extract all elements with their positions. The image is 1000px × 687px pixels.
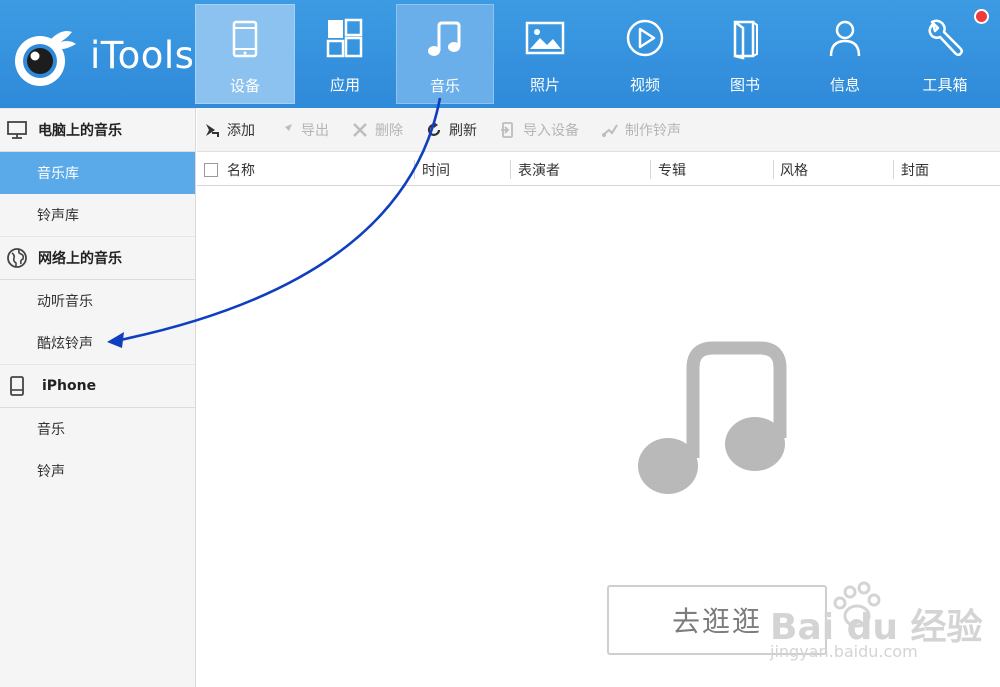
empty-music-note-icon (638, 341, 787, 494)
user-icon (829, 20, 861, 57)
delete-button-label: 删除 (375, 122, 403, 139)
tab-toolbox-label: 工具箱 (922, 76, 968, 94)
column-album[interactable]: 专辑 (658, 153, 686, 186)
add-button-label: 添加 (227, 122, 255, 139)
tab-info[interactable]: 信息 (795, 4, 895, 104)
sidebar-item-label: 动听音乐 (37, 294, 93, 310)
watermark-url: jingyan.baidu.com (770, 642, 918, 661)
import-device-button-label: 导入设备 (523, 122, 579, 139)
refresh-button[interactable]: 刷新 (425, 120, 477, 140)
make-ringtone-button[interactable]: 制作铃声 (601, 120, 681, 140)
column-label: 风格 (780, 162, 808, 179)
sidebar: 电脑上的音乐 音乐库 铃声库 网络上的音乐 动听音乐 酷炫铃声 iPhone 音… (0, 108, 196, 687)
sidebar-item-label: 酷炫铃声 (37, 336, 93, 352)
export-button[interactable]: 导出 (277, 120, 329, 140)
browse-button-label: 去逛逛 (671, 605, 762, 638)
sidebar-item-ringtone-library[interactable]: 铃声库 (0, 194, 195, 236)
column-genre[interactable]: 风格 (780, 153, 808, 186)
app-name: iTools (90, 34, 195, 77)
sidebar-item-cool-ringtones[interactable]: 酷炫铃声 (0, 322, 195, 364)
tab-photos[interactable]: 照片 (495, 4, 595, 104)
sidebar-item-label: 音乐库 (37, 166, 79, 182)
column-cover[interactable]: 封面 (901, 153, 929, 186)
column-label: 封面 (901, 162, 929, 179)
sidebar-item-label: 铃声库 (37, 208, 79, 224)
refresh-icon (427, 121, 441, 136)
make-ringtone-button-label: 制作铃声 (625, 122, 681, 139)
tab-toolbox[interactable]: 工具箱 (895, 4, 995, 104)
sidebar-item-label: 音乐 (37, 422, 65, 438)
book-icon (733, 20, 758, 60)
column-time[interactable]: 时间 (422, 153, 450, 186)
play-circle-icon (626, 19, 664, 57)
phone-icon (10, 376, 24, 396)
tablet-icon (232, 20, 258, 58)
export-button-label: 导出 (301, 122, 329, 139)
sidebar-item-online-music[interactable]: 动听音乐 (0, 280, 195, 322)
tab-books-label: 图书 (729, 76, 760, 94)
import-device-button[interactable]: 导入设备 (499, 120, 579, 140)
tab-music-label: 音乐 (429, 77, 460, 95)
column-divider[interactable] (773, 160, 774, 179)
sidebar-item-iphone-ringtones[interactable]: 铃声 (0, 450, 195, 492)
photo-icon (525, 21, 565, 55)
tab-device-label: 设备 (229, 77, 260, 95)
add-button[interactable]: 添加 (203, 120, 255, 140)
tab-device[interactable]: 设备 (195, 4, 295, 104)
main-nav: 设备 应用 音乐 照片 视频 图书 信息 工具箱 (195, 0, 995, 108)
itools-eye-icon (15, 31, 76, 86)
column-label: 名称 (227, 162, 255, 179)
column-divider[interactable] (650, 160, 651, 179)
music-note-icon (428, 21, 461, 56)
table-header: 名称 时间 表演者 专辑 风格 封面 (197, 153, 1000, 186)
refresh-button-label: 刷新 (449, 122, 477, 139)
column-divider[interactable] (414, 160, 415, 179)
sidebar-item-iphone-music[interactable]: 音乐 (0, 408, 195, 450)
sidebar-item-label: 铃声 (37, 464, 65, 480)
sidebar-item-music-library[interactable]: 音乐库 (0, 152, 195, 194)
column-label: 时间 (422, 162, 450, 179)
column-divider[interactable] (893, 160, 894, 179)
sidebar-section-title: 网络上的音乐 (38, 251, 122, 267)
column-label: 表演者 (518, 162, 560, 179)
select-all-checkbox[interactable] (204, 162, 218, 177)
column-artist[interactable]: 表演者 (518, 153, 560, 186)
notification-dot (974, 9, 989, 24)
make-ringtone-icon (602, 123, 618, 137)
baidu-watermark: Bai du 经验 jingyan.baidu.com (770, 578, 990, 668)
tab-video-label: 视频 (629, 76, 660, 94)
sidebar-section-title: iPhone (42, 378, 97, 394)
delete-button[interactable]: 删除 (351, 120, 403, 140)
column-name[interactable]: 名称 (204, 153, 255, 186)
sidebar-section-title: 电脑上的音乐 (38, 123, 122, 139)
monitor-icon (7, 121, 27, 139)
sidebar-section-iphone: iPhone (0, 364, 195, 408)
tab-apps-label: 应用 (329, 76, 360, 94)
itools-logo: iTools (10, 26, 194, 88)
apps-grid-icon (326, 18, 363, 58)
column-label: 专辑 (658, 162, 686, 179)
import-device-icon (501, 121, 513, 138)
delete-x-icon (353, 122, 367, 137)
column-divider[interactable] (510, 160, 511, 179)
sidebar-section-online-music: 网络上的音乐 (0, 236, 195, 280)
tab-photos-label: 照片 (529, 76, 560, 94)
globe-icon (7, 248, 27, 268)
sidebar-section-pc-music: 电脑上的音乐 (0, 108, 195, 152)
toolbar: 添加 导出 删除 刷新 导入设备 制作铃声 (197, 108, 1000, 152)
app-header: iTools 设备 应用 音乐 照片 视频 图书 信息 工具箱 (0, 0, 1000, 108)
export-icon (280, 123, 292, 136)
wrench-icon (928, 19, 964, 57)
add-arrow-icon (206, 123, 219, 137)
tab-books[interactable]: 图书 (695, 4, 795, 104)
tab-info-label: 信息 (829, 76, 860, 94)
tab-apps[interactable]: 应用 (295, 4, 395, 104)
tab-music[interactable]: 音乐 (396, 4, 494, 104)
tab-video[interactable]: 视频 (595, 4, 695, 104)
